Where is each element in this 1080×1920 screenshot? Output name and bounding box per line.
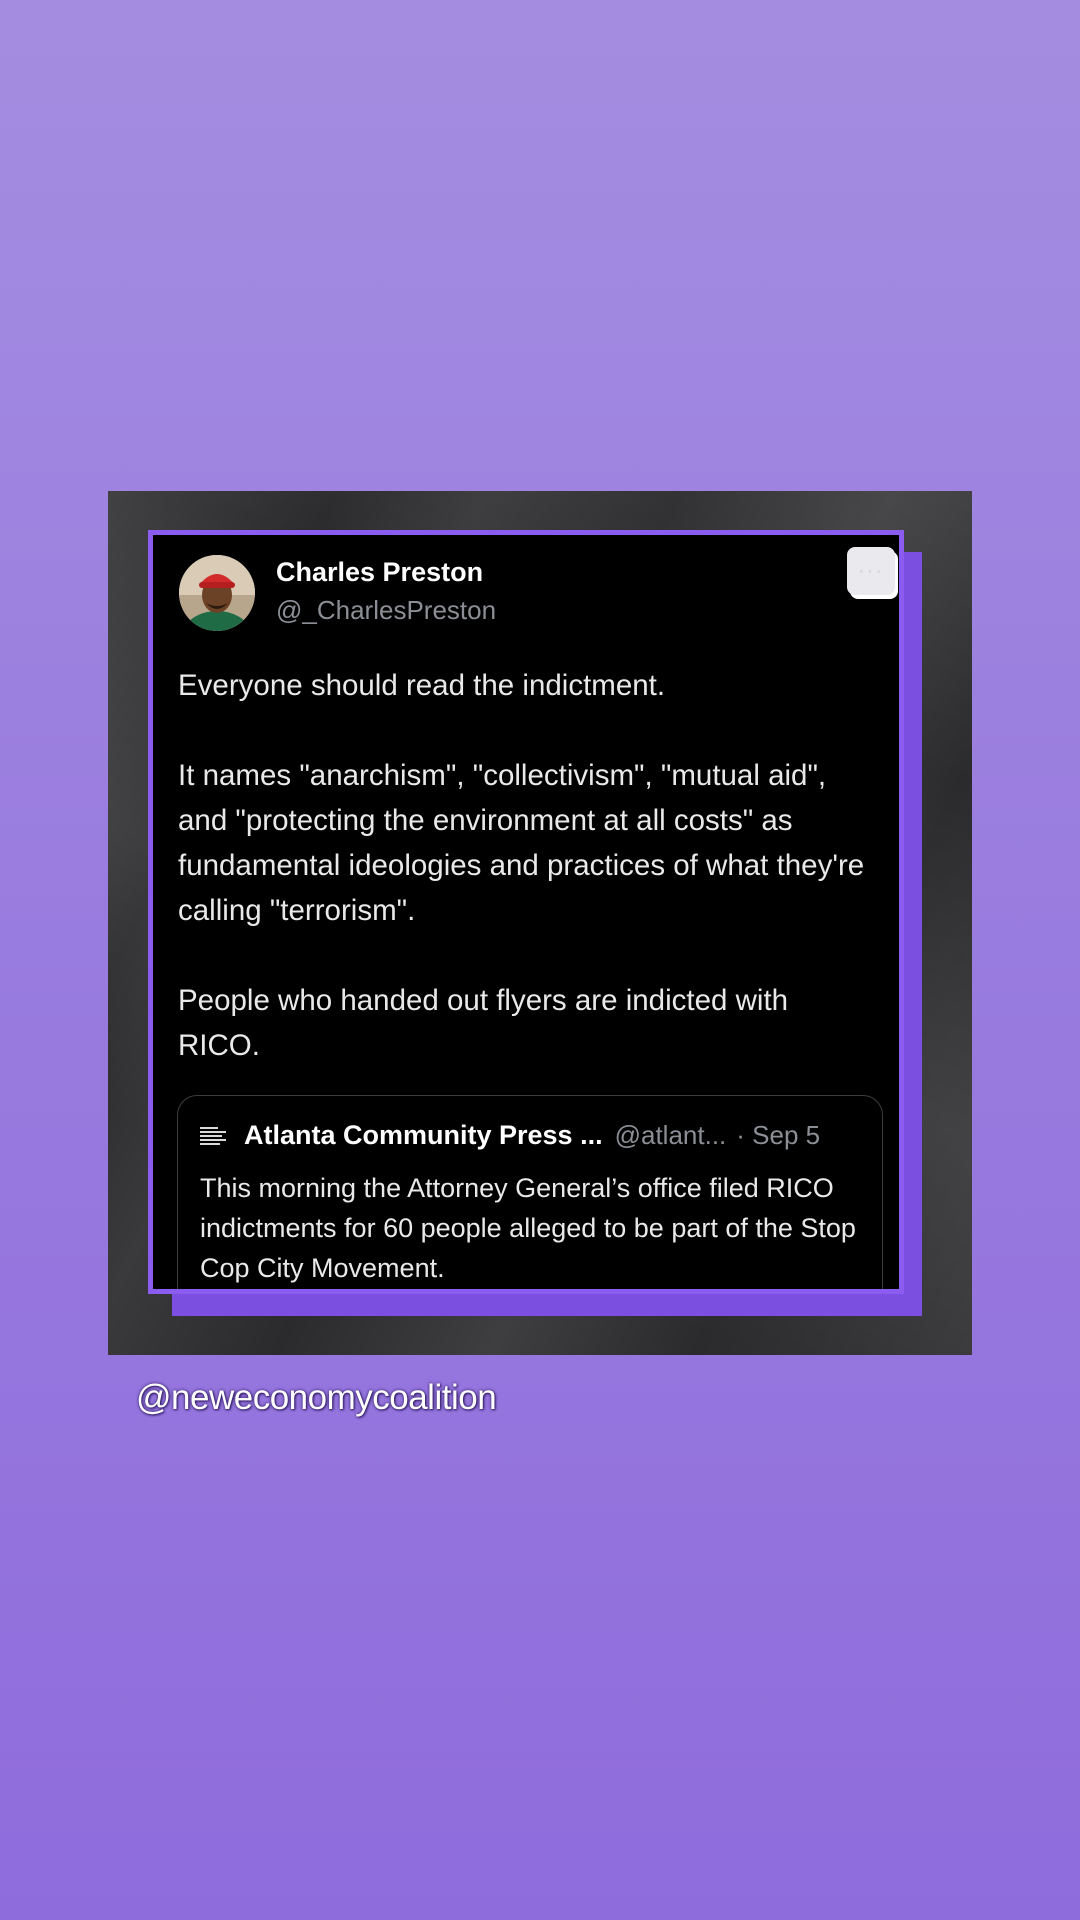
tweet-paragraph: It names "anarchism", "collectivism", "m… — [178, 759, 865, 927]
more-options-button[interactable]: ··· — [847, 547, 895, 595]
author-avatar[interactable] — [179, 555, 255, 631]
author-handle[interactable]: @_CharlesPreston — [276, 595, 496, 626]
avatar-image — [179, 555, 255, 631]
quoted-tweet[interactable]: Atlanta Community Press ... @atlant... ·… — [177, 1095, 883, 1289]
tweet-paragraph: People who handed out flyers are indicte… — [178, 984, 789, 1062]
tweet-card[interactable]: Charles Preston @_CharlesPreston ··· Eve… — [148, 530, 904, 1294]
quoted-tweet-text: This morning the Attorney General’s offi… — [200, 1173, 856, 1283]
quoted-author-name[interactable]: Atlanta Community Press ... — [244, 1120, 603, 1151]
quoted-tweet-header: Atlanta Community Press ... @atlant... ·… — [200, 1120, 870, 1151]
quoted-author-handle[interactable]: @atlant... — [615, 1120, 727, 1151]
quoted-tweet-date[interactable]: · Sep 5 — [736, 1120, 820, 1151]
tweet-body: Everyone should read the indictment. It … — [178, 663, 878, 1068]
author-name[interactable]: Charles Preston — [276, 557, 483, 588]
ellipsis-icon: ··· — [858, 559, 884, 582]
account-watermark: @neweconomycoalition — [136, 1378, 497, 1417]
tweet-paragraph: Everyone should read the indictment. — [178, 669, 666, 702]
quoted-author-logo-icon — [200, 1121, 230, 1151]
